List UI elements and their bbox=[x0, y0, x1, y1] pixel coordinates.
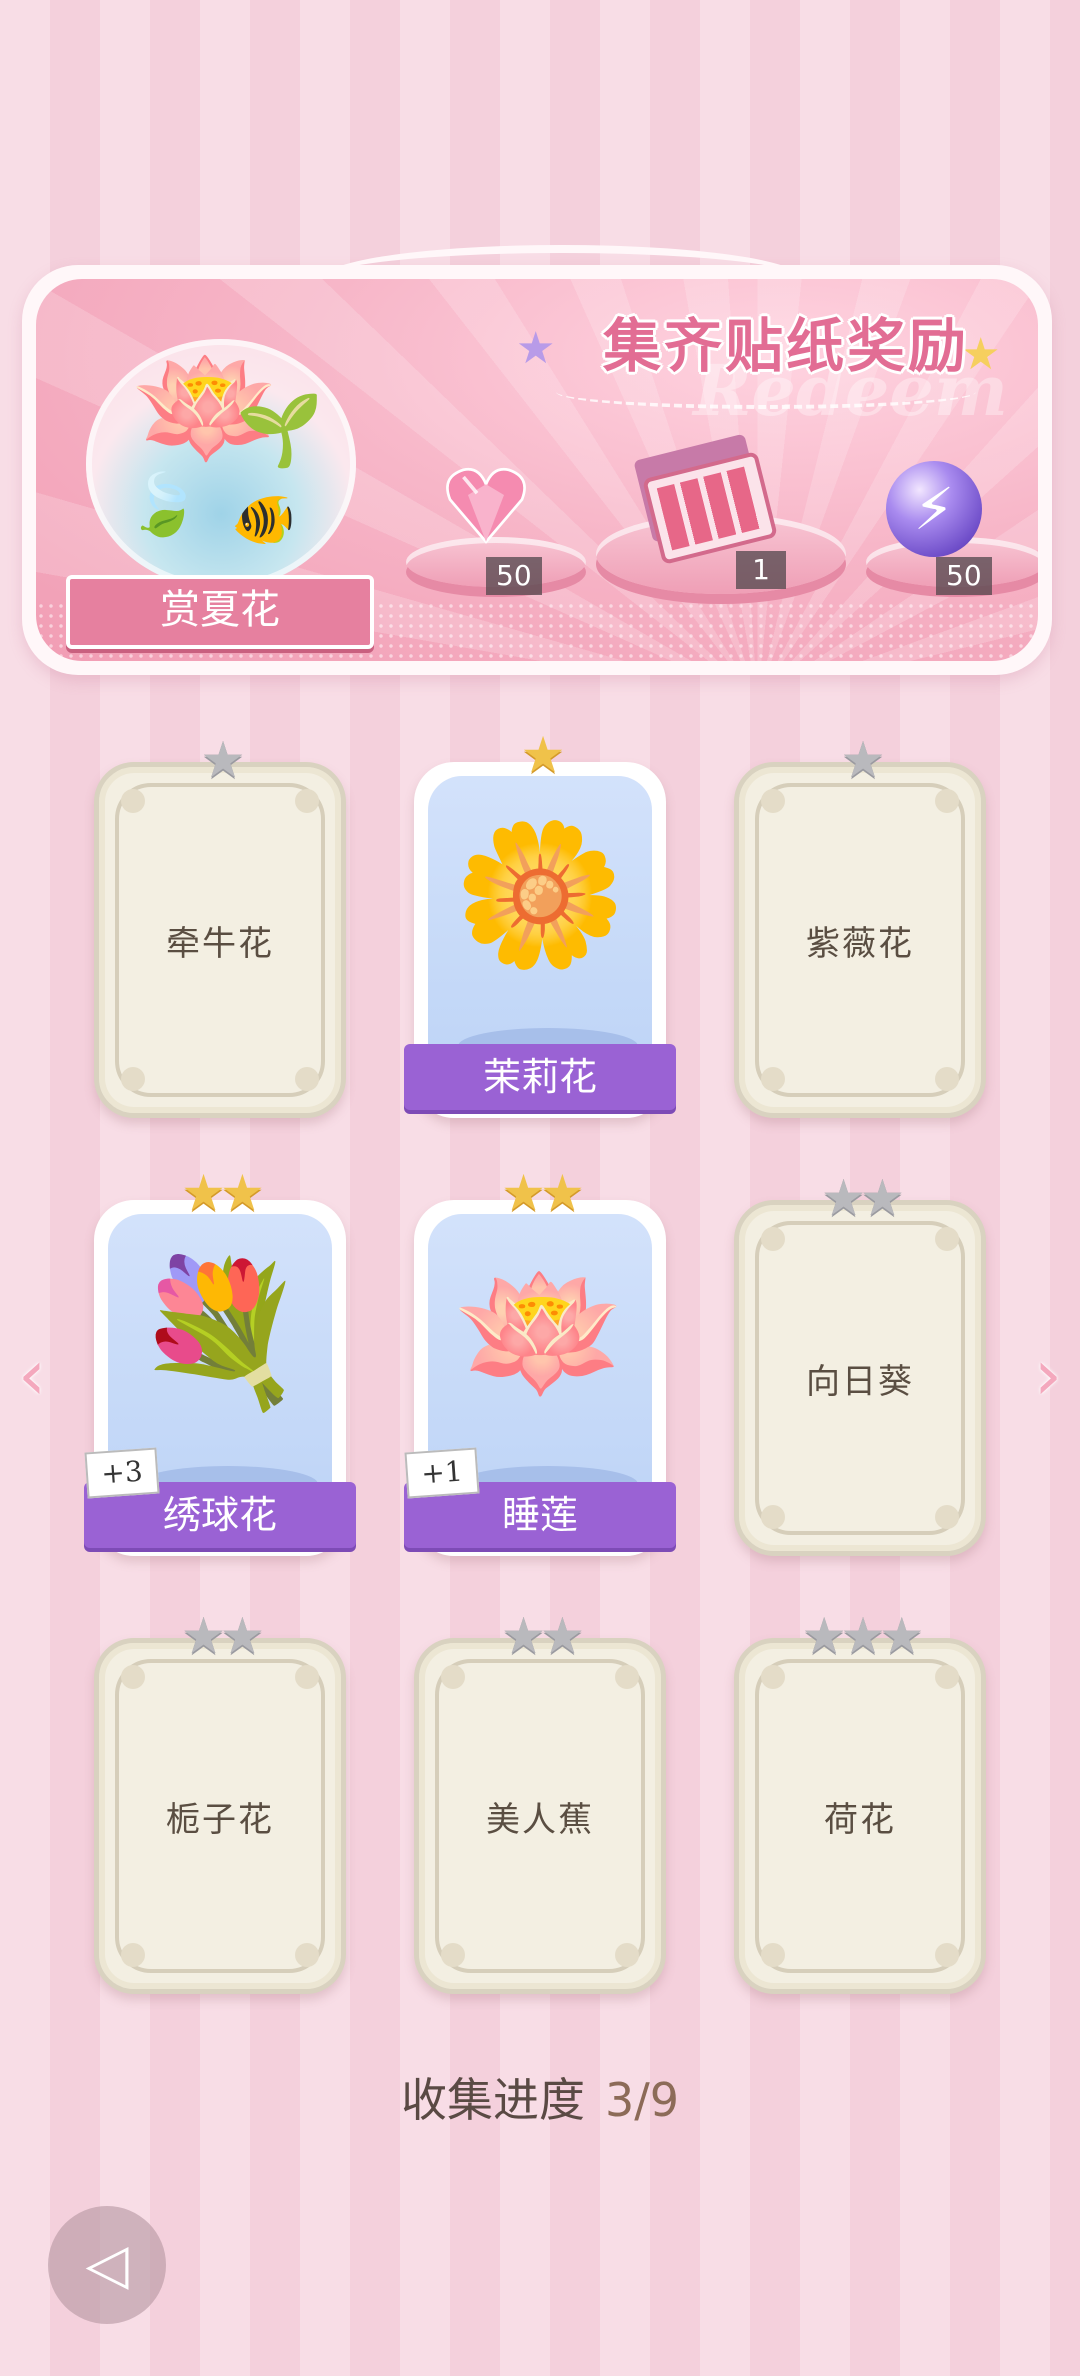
sticker-card-canna[interactable]: ★★ 美人蕉 bbox=[414, 1611, 666, 1994]
duplicate-count-tag: +3 bbox=[84, 1447, 160, 1499]
sticker-card-hydrangea[interactable]: ★★ 💐 绣球花 +3 bbox=[84, 1168, 356, 1556]
star-rating: ★★ bbox=[94, 1168, 346, 1218]
hydrangea-bouquet-icon: 💐 bbox=[132, 1252, 308, 1415]
progress-label: 收集进度 bbox=[400, 2073, 585, 2127]
purple-energy-orb-icon[interactable]: ⚡ bbox=[886, 461, 982, 557]
card-name: 荷花 bbox=[824, 1799, 896, 1840]
card-name: 美人蕉 bbox=[486, 1799, 594, 1840]
sticker-card-sunflower[interactable]: ★★ 向日葵 bbox=[734, 1173, 986, 1556]
reward-count: 1 bbox=[736, 551, 786, 589]
event-label: 赏夏花 bbox=[66, 575, 374, 649]
card-name: 紫薇花 bbox=[806, 923, 914, 964]
back-button[interactable]: ◁ bbox=[48, 2206, 166, 2324]
goldfish-icon: 🐠 bbox=[231, 490, 296, 550]
reward-banner: Redeem ★ ★ 集齐贴纸奖励 🍃 🪷 🌱 🐠 赏夏花 50 1 ⚡ 50 bbox=[22, 245, 1052, 675]
lily-pad-icon: 🍃 bbox=[126, 470, 201, 540]
duplicate-count-tag: +1 bbox=[404, 1447, 480, 1499]
card-name: 栀子花 bbox=[166, 1799, 274, 1840]
sticker-card-lotus[interactable]: ★★★ 荷花 bbox=[734, 1611, 986, 1994]
sticker-card-crape-myrtle[interactable]: ★ 紫薇花 bbox=[734, 735, 986, 1118]
lotus-pod-icon: 🌱 bbox=[236, 389, 324, 471]
banner-background: Redeem ★ ★ 集齐贴纸奖励 🍃 🪷 🌱 🐠 赏夏花 50 1 ⚡ 50 bbox=[36, 279, 1038, 661]
sticker-card-jasmine[interactable]: ★ 🌼 茉莉花 bbox=[404, 730, 676, 1118]
reward-count: 50 bbox=[486, 557, 542, 595]
card-name: 牵牛花 bbox=[166, 923, 274, 964]
purple-star-icon: ★ bbox=[516, 323, 556, 374]
reward-count: 50 bbox=[936, 557, 992, 595]
collection-progress: 收集进度 3/9 bbox=[0, 2064, 1080, 2130]
chevron-left-icon[interactable]: ‹ bbox=[18, 1340, 58, 1410]
sticker-card-water-lily[interactable]: ★★ 🪷 睡莲 +1 bbox=[404, 1168, 676, 1556]
progress-value: 3/9 bbox=[604, 2073, 680, 2127]
water-lily-icon: 🪷 bbox=[452, 1252, 628, 1415]
title-underline bbox=[556, 375, 976, 409]
pink-heart-gem-icon[interactable] bbox=[441, 459, 531, 549]
star-rating: ★★ bbox=[414, 1168, 666, 1218]
chevron-right-icon[interactable]: › bbox=[1022, 1340, 1062, 1410]
sticker-card-gardenia[interactable]: ★★ 栀子花 bbox=[94, 1611, 346, 1994]
card-name-ribbon: 茉莉花 bbox=[404, 1044, 676, 1110]
jasmine-pot-icon: 🌼 bbox=[452, 814, 628, 977]
star-rating: ★ bbox=[414, 730, 666, 780]
back-triangle-icon: ◁ bbox=[85, 2232, 129, 2297]
sticker-card-morning-glory[interactable]: ★ 牵牛花 bbox=[94, 735, 346, 1118]
banner-arch bbox=[322, 245, 802, 313]
card-name: 向日葵 bbox=[806, 1361, 914, 1402]
